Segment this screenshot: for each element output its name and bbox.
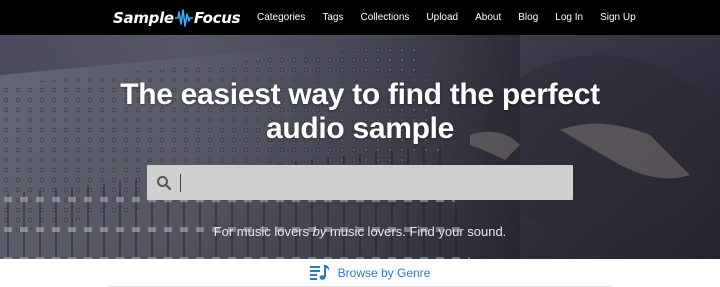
nav-links: Categories Tags Collections Upload About… (257, 0, 653, 35)
browse-by-genre-label: Browse by Genre (337, 266, 431, 280)
hero-title-line2: audio sample (265, 112, 455, 145)
music-list-icon (309, 265, 329, 280)
tagline-end: music lovers. Find your sound. (326, 224, 507, 239)
browse-section: Browse by Genre (0, 259, 720, 287)
tagline-emphasis: by (312, 224, 327, 239)
hero-tagline: For music lovers by music lovers. Find y… (0, 224, 720, 239)
waveform-icon (174, 9, 193, 27)
nav-upload[interactable]: Upload (426, 12, 458, 23)
search-bar[interactable] (147, 165, 573, 200)
logo-text-focus: Focus (193, 9, 241, 27)
nav-about[interactable]: About (475, 12, 501, 23)
nav-blog[interactable]: Blog (518, 12, 538, 23)
hero-title-line1: The easiest way to find the perfect (120, 78, 600, 111)
hero-title: The easiest way to find the perfect audi… (0, 78, 720, 146)
nav-collections[interactable]: Collections (360, 12, 409, 23)
logo[interactable]: Sample Focus (113, 7, 241, 29)
search-input[interactable] (180, 173, 560, 192)
nav-categories[interactable]: Categories (257, 12, 305, 23)
hero-section: The easiest way to find the perfect audi… (0, 35, 720, 259)
logo-text-sample: Sample (113, 9, 174, 27)
nav-tags[interactable]: Tags (322, 12, 343, 23)
tagline-start: For music lovers (213, 224, 313, 239)
top-navbar: Sample Focus Categories Tags Collections… (0, 0, 720, 35)
nav-signup[interactable]: Sign Up (600, 12, 636, 23)
browse-by-genre-link[interactable]: Browse by Genre (309, 264, 431, 282)
nav-login[interactable]: Log In (555, 12, 583, 23)
search-icon (157, 175, 172, 190)
